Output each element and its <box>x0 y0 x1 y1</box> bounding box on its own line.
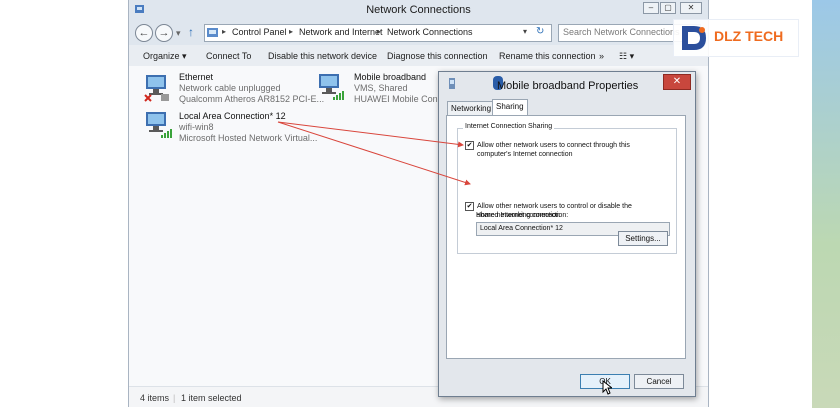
annotation-arrows <box>277 121 471 186</box>
brand-logo-icon <box>682 26 706 50</box>
brand-watermark: DLZ TECH <box>673 19 799 57</box>
arrow-to-allow-checkbox <box>277 121 464 148</box>
brand-name: DLZ TECH <box>714 28 784 44</box>
arrow-to-home-connection <box>277 121 471 186</box>
